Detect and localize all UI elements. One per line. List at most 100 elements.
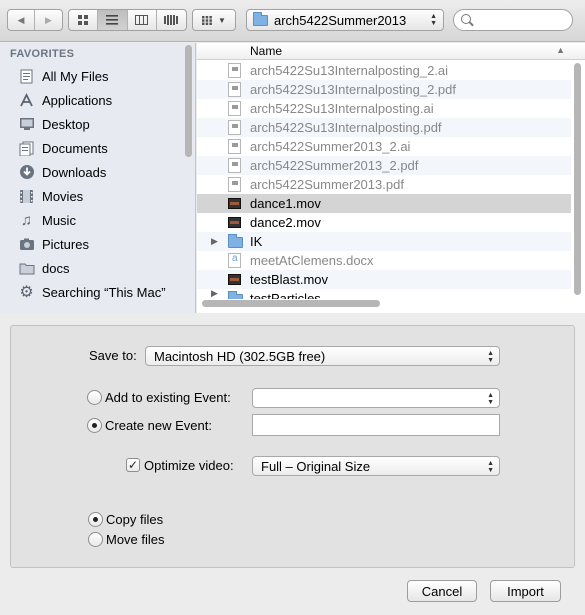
file-row-selected[interactable]: dance1.mov bbox=[197, 194, 571, 213]
sidebar-item-label: Movies bbox=[42, 188, 84, 204]
folder-icon bbox=[228, 291, 243, 299]
pictures-icon bbox=[18, 236, 35, 252]
file-name: meetAtClemens.docx bbox=[250, 253, 374, 268]
disclosure-triangle-icon[interactable]: ▶ bbox=[211, 236, 218, 247]
sidebar-item-pictures[interactable]: Pictures bbox=[18, 233, 89, 255]
file-row[interactable]: arch5422Summer2013_2.ai bbox=[197, 137, 571, 156]
column-header-label: Name bbox=[250, 44, 283, 58]
desktop-icon bbox=[18, 116, 35, 132]
new-event-name-field[interactable] bbox=[252, 414, 500, 436]
back-button[interactable]: ◀ bbox=[8, 10, 35, 30]
save-to-value: Macintosh HD (302.5GB free) bbox=[154, 348, 326, 364]
import-options-panel: Save to: Macintosh HD (302.5GB free) ▲ ▼ … bbox=[10, 325, 575, 568]
add-to-existing-event-radio[interactable] bbox=[87, 390, 102, 405]
back-icon: ◀ bbox=[17, 14, 25, 25]
document-icon bbox=[228, 177, 241, 192]
sidebar-item-label: All My Files bbox=[42, 68, 109, 84]
file-row[interactable]: arch5422Su13Internalposting.pdf bbox=[197, 118, 571, 137]
sort-ascending-icon: ▲ bbox=[556, 45, 565, 55]
file-list: Name ▲ arch5422Su13Internalposting_2.ai … bbox=[197, 43, 585, 313]
sidebar-item-label: Music bbox=[42, 212, 76, 228]
copy-files-label: Copy files bbox=[106, 512, 164, 527]
import-button[interactable]: Import bbox=[490, 580, 561, 602]
document-icon bbox=[228, 139, 241, 154]
file-name: arch5422Su13Internalposting.ai bbox=[250, 101, 434, 116]
file-name: dance1.mov bbox=[250, 196, 321, 211]
updown-arrows-icon: ▲ ▼ bbox=[430, 13, 437, 27]
applications-icon bbox=[18, 92, 35, 108]
sidebar-item-label: Pictures bbox=[42, 236, 89, 252]
updown-arrows-icon: ▲ ▼ bbox=[487, 350, 494, 364]
icon-view-button[interactable] bbox=[69, 10, 99, 30]
file-row[interactable]: arch5422Su13Internalposting_2.pdf bbox=[197, 80, 571, 99]
gear-icon: ⚙ bbox=[19, 284, 34, 301]
navigation-buttons: ◀ ▶ bbox=[7, 9, 63, 31]
file-row[interactable]: meetAtClemens.docx bbox=[197, 251, 571, 270]
cancel-button[interactable]: Cancel bbox=[407, 580, 477, 602]
file-name: testBlast.mov bbox=[250, 272, 329, 287]
folder-icon bbox=[228, 234, 243, 248]
file-name: testParticles bbox=[250, 291, 321, 299]
downloads-icon bbox=[18, 164, 35, 180]
sidebar-item-downloads[interactable]: Downloads bbox=[18, 161, 106, 183]
column-view-button[interactable] bbox=[128, 10, 157, 30]
file-row[interactable]: arch5422Summer2013_2.pdf bbox=[197, 156, 571, 175]
view-mode-buttons bbox=[68, 9, 187, 31]
file-name: arch5422Summer2013_2.ai bbox=[250, 139, 411, 154]
documents-icon bbox=[18, 140, 35, 156]
arrange-button[interactable]: ▼ bbox=[192, 9, 236, 31]
horizontal-scrollbar[interactable] bbox=[202, 300, 380, 307]
column-header-name[interactable]: Name ▲ bbox=[197, 43, 585, 60]
disclosure-triangle-icon[interactable]: ▶ bbox=[211, 289, 218, 299]
file-name: arch5422Su13Internalposting.pdf bbox=[250, 120, 442, 135]
optimize-video-value: Full – Original Size bbox=[261, 458, 371, 474]
sidebar-heading: FAVORITES bbox=[10, 48, 75, 60]
file-name: IK bbox=[250, 234, 263, 249]
forward-button[interactable]: ▶ bbox=[35, 10, 62, 30]
list-view-button[interactable] bbox=[98, 10, 128, 30]
copy-files-radio[interactable] bbox=[88, 512, 103, 527]
file-row[interactable]: dance2.mov bbox=[197, 213, 571, 232]
create-new-event-radio[interactable] bbox=[87, 418, 102, 433]
sidebar-item-documents[interactable]: Documents bbox=[18, 137, 108, 159]
updown-arrows-icon: ▲ ▼ bbox=[487, 392, 494, 406]
optimize-video-popup[interactable]: Full – Original Size ▲ ▼ bbox=[252, 456, 500, 476]
sidebar-scrollbar[interactable] bbox=[185, 45, 192, 157]
document-icon bbox=[228, 158, 241, 173]
file-row[interactable]: arch5422Su13Internalposting_2.ai bbox=[197, 61, 571, 80]
file-row[interactable]: ▶ IK bbox=[197, 232, 571, 251]
arrange-button-content: ▼ bbox=[193, 10, 235, 30]
coverflow-view-icon bbox=[164, 15, 179, 25]
forward-icon: ▶ bbox=[45, 14, 52, 25]
path-popup[interactable]: arch5422Summer2013 ▲ ▼ bbox=[246, 9, 444, 31]
sidebar-item-all-my-files[interactable]: All My Files bbox=[18, 65, 108, 87]
file-row[interactable]: arch5422Summer2013.pdf bbox=[197, 175, 571, 194]
document-icon bbox=[228, 82, 241, 97]
chevron-down-icon: ▼ bbox=[218, 15, 226, 25]
coverflow-view-button[interactable] bbox=[157, 10, 186, 30]
sidebar-item-music[interactable]: ♫ Music bbox=[18, 209, 76, 231]
sidebar-item-searching-this-mac[interactable]: ⚙ Searching “This Mac” bbox=[18, 281, 166, 303]
search-field[interactable] bbox=[453, 9, 573, 31]
optimize-video-checkbox[interactable]: ✓ bbox=[126, 458, 140, 472]
sidebar-item-label: Searching “This Mac” bbox=[42, 284, 166, 300]
movie-file-icon bbox=[228, 198, 241, 209]
file-row[interactable]: ▶ testParticles bbox=[197, 289, 571, 299]
vertical-scrollbar[interactable] bbox=[574, 63, 581, 295]
sidebar-item-applications[interactable]: Applications bbox=[18, 89, 112, 111]
document-icon bbox=[228, 120, 241, 135]
music-icon: ♫ bbox=[20, 211, 33, 229]
optimize-video-label: Optimize video: bbox=[144, 458, 234, 473]
sidebar-item-docs[interactable]: docs bbox=[18, 257, 69, 279]
sidebar-item-movies[interactable]: Movies bbox=[18, 185, 83, 207]
list-view-icon bbox=[106, 15, 119, 25]
save-to-popup[interactable]: Macintosh HD (302.5GB free) ▲ ▼ bbox=[145, 346, 500, 366]
move-files-radio[interactable] bbox=[88, 532, 103, 547]
file-row[interactable]: testBlast.mov bbox=[197, 270, 571, 289]
existing-event-popup[interactable]: ▲ ▼ bbox=[252, 388, 500, 408]
movies-icon bbox=[18, 188, 35, 204]
sidebar-item-desktop[interactable]: Desktop bbox=[18, 113, 90, 135]
file-name: arch5422Su13Internalposting_2.pdf bbox=[250, 82, 456, 97]
file-row[interactable]: arch5422Su13Internalposting.ai bbox=[197, 99, 571, 118]
document-icon bbox=[228, 101, 241, 116]
